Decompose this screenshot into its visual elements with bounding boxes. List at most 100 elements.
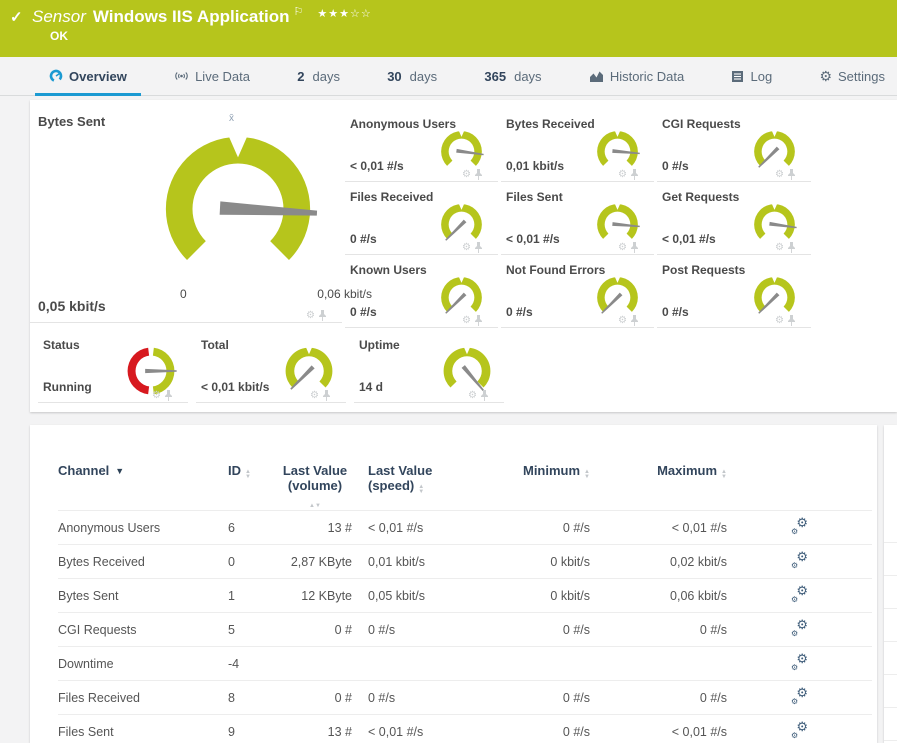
sort-icon: ▲▼ — [721, 469, 727, 480]
pin-icon[interactable] — [630, 169, 639, 180]
gear-icon[interactable]: ⚙ — [618, 243, 627, 253]
channel-settings-gears-icon[interactable]: ⚙ ⚙ — [791, 584, 808, 604]
gear-icon[interactable]: ⚙ — [152, 391, 161, 401]
gauges-panel: Bytes Sent x̄ 0 0,06 kbit/s 0,05 kbit/s … — [30, 100, 897, 412]
sensor-status-badge: OK — [50, 29, 68, 43]
small-gauge-grid: Anonymous Users < 0,01 #/s ⚙ Bytes Recei… — [345, 100, 897, 328]
channel-settings-gears-icon[interactable]: ⚙ ⚙ — [791, 516, 808, 536]
signal-icon — [175, 72, 188, 80]
gear-icon[interactable]: ⚙ — [462, 170, 471, 180]
pin-icon[interactable] — [474, 242, 483, 253]
tab-2-days[interactable]: 2 days — [293, 57, 344, 95]
column-header-last-speed[interactable]: Last Value (speed) ▲ ▼ — [352, 463, 512, 511]
tab-30-days[interactable]: 30 days — [383, 57, 441, 95]
cell-last-volume: 13 # — [327, 520, 352, 535]
cell-channel[interactable]: Bytes Sent — [58, 579, 228, 613]
gear-icon[interactable]: ⚙ — [310, 391, 319, 401]
tab-log[interactable]: Log — [727, 57, 776, 95]
sort-icon: ▲▼ — [309, 503, 321, 509]
pin-icon[interactable] — [474, 169, 483, 180]
pin-icon[interactable] — [787, 242, 796, 253]
sensor-kind-label: Sensor — [32, 7, 86, 26]
channel-settings-gears-icon[interactable]: ⚙ ⚙ — [791, 550, 808, 570]
column-header-channel[interactable]: Channel ▼ — [58, 463, 228, 511]
tab-settings[interactable]: ⚙ Settings — [815, 57, 889, 95]
cell-actions: ⚙ ⚙ — [727, 545, 872, 579]
priority-stars[interactable]: ★★★☆☆ — [317, 8, 371, 20]
cell-id: 9 — [228, 724, 235, 739]
cell-last-speed: 0 #/s — [368, 622, 396, 637]
cell-actions: ⚙ ⚙ — [727, 579, 872, 613]
column-header-id[interactable]: ID ▲ ▼ — [228, 463, 278, 511]
gauge-value: < 0,01 #/s — [506, 232, 560, 246]
gear-icon[interactable]: ⚙ — [775, 243, 784, 253]
table-row: CGI Requests 5 0 # 0 #/s 0 #/s 0 #/s ⚙ ⚙ — [58, 612, 872, 647]
gauge-title: Files Sent — [506, 190, 563, 204]
cell-channel[interactable]: Downtime — [58, 647, 228, 681]
table-row: Anonymous Users 6 13 # < 0,01 #/s 0 #/s … — [58, 511, 872, 545]
gear-icon[interactable]: ⚙ — [775, 316, 784, 326]
channels-table: Channel ▼ ID ▲ ▼ Last Value (volume) ▲▼ Last … — [58, 463, 872, 743]
pin-icon[interactable] — [787, 169, 796, 180]
cell-id: 6 — [228, 520, 235, 535]
tab-label: Overview — [69, 68, 127, 84]
flag-icon[interactable]: ⚐ — [293, 6, 303, 18]
cell-minimum: 0 #/s — [562, 520, 590, 535]
cell-minimum: 0 #/s — [562, 690, 590, 705]
cell-maximum: 0 #/s — [699, 622, 727, 637]
gear-icon[interactable]: ⚙ — [306, 311, 315, 321]
pin-icon[interactable] — [630, 315, 639, 326]
pin-icon[interactable] — [474, 315, 483, 326]
gauge-tile: Files Sent < 0,01 #/s ⚙ — [501, 182, 654, 255]
tab-historic-data[interactable]: Historic Data — [585, 57, 688, 95]
chart-icon — [589, 71, 603, 82]
column-header-minimum[interactable]: Minimum ▲ ▼ — [512, 463, 590, 511]
gauge-icon — [49, 69, 63, 83]
cell-id: 5 — [228, 622, 235, 637]
gear-icon[interactable]: ⚙ — [468, 391, 477, 401]
column-header-last-volume[interactable]: Last Value (volume) ▲▼ — [278, 463, 352, 511]
sensor-header: ✓ Sensor Windows IIS Application ⚐ ★★★☆☆ OK — [0, 0, 897, 57]
sort-icon: ▲▼ — [584, 469, 590, 480]
tab-label: Settings — [838, 68, 885, 84]
gear-icon[interactable]: ⚙ — [618, 170, 627, 180]
table-row: Bytes Received 0 2,87 KByte 0,01 kbit/s … — [58, 544, 872, 579]
column-header-maximum[interactable]: Maximum ▲ ▼ — [590, 463, 727, 511]
cell-channel[interactable]: Bytes Received — [58, 545, 228, 579]
tab-overview[interactable]: Overview — [35, 57, 141, 96]
channel-settings-gears-icon[interactable]: ⚙ ⚙ — [791, 652, 808, 672]
pin-icon[interactable] — [630, 242, 639, 253]
cell-maximum: < 0,01 #/s — [671, 520, 727, 535]
gear-icon[interactable]: ⚙ — [618, 316, 627, 326]
gauge-actions: ⚙ — [618, 242, 639, 253]
gear-icon[interactable]: ⚙ — [775, 170, 784, 180]
pin-icon[interactable] — [787, 315, 796, 326]
primary-gauge — [152, 123, 324, 295]
channel-settings-gears-icon[interactable]: ⚙ ⚙ — [791, 618, 808, 638]
gear-icon[interactable]: ⚙ — [462, 316, 471, 326]
cell-channel[interactable]: CGI Requests — [58, 613, 228, 647]
gear-icon[interactable]: ⚙ — [462, 243, 471, 253]
cell-minimum: 0 kbit/s — [550, 554, 590, 569]
pin-icon[interactable] — [318, 310, 327, 321]
pin-icon[interactable] — [164, 390, 173, 401]
channel-settings-gears-icon[interactable]: ⚙ ⚙ — [791, 686, 808, 706]
pin-icon[interactable] — [322, 390, 331, 401]
gauge-title: Not Found Errors — [506, 263, 606, 277]
cell-channel[interactable]: Files Sent — [58, 715, 228, 743]
tab-365-days[interactable]: 365 days — [480, 57, 545, 95]
gauge-value: 0 #/s — [662, 159, 689, 173]
sensor-title: Windows IIS Application — [92, 7, 290, 26]
gauge-tile: Total < 0,01 kbit/s ⚙ — [196, 330, 346, 403]
cell-channel[interactable]: Files Received — [58, 681, 228, 715]
cell-channel[interactable]: Anonymous Users — [58, 511, 228, 545]
tab-label: Live Data — [195, 68, 250, 84]
gauge-title: Uptime — [359, 338, 400, 352]
sort-desc-icon: ▼ — [115, 466, 125, 476]
cell-last-speed — [352, 647, 512, 681]
pin-icon[interactable] — [480, 390, 489, 401]
tab-live-data[interactable]: Live Data — [170, 57, 254, 95]
table-row: Files Sent 9 13 # < 0,01 #/s 0 #/s < 0,0… — [58, 714, 872, 743]
channel-settings-gears-icon[interactable]: ⚙ ⚙ — [791, 720, 808, 740]
gauge-value: < 0,01 #/s — [662, 232, 716, 246]
